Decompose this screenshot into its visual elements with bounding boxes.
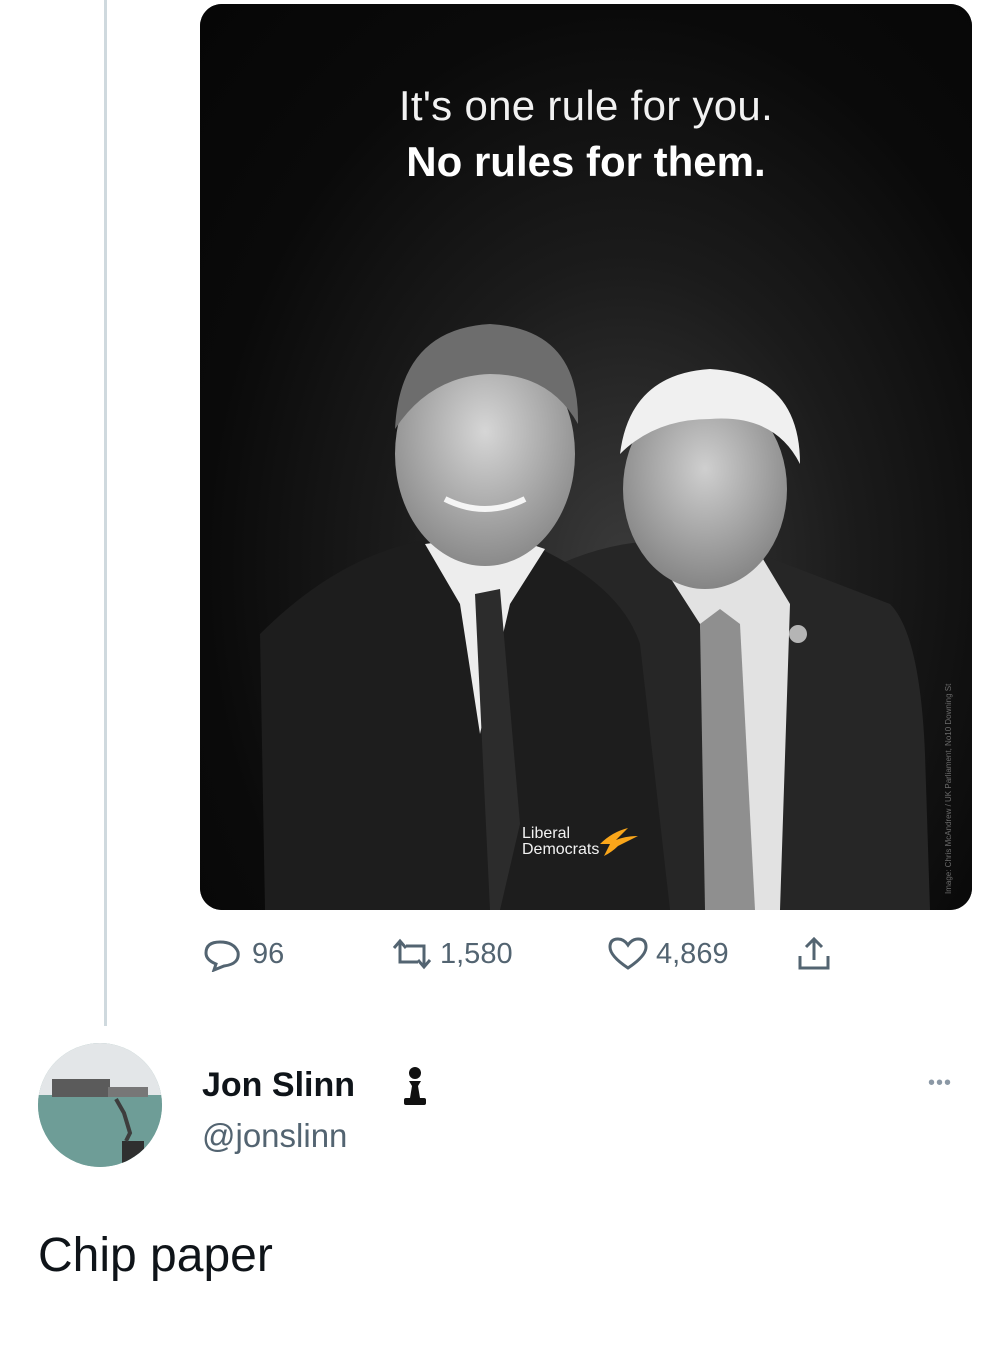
- like-action[interactable]: 4,869: [604, 936, 729, 972]
- two-men-portrait: [260, 324, 930, 910]
- avatar-photo: [38, 1043, 162, 1167]
- reply-count: 96: [252, 937, 285, 970]
- tweet-media-image[interactable]: It's one rule for you. No rules for them…: [200, 4, 972, 910]
- liberal-democrats-logo: Liberal Democrats: [522, 825, 638, 858]
- share-icon: [798, 936, 830, 970]
- share-action[interactable]: [794, 936, 834, 972]
- image-headline-line1: It's one rule for you.: [398, 82, 774, 129]
- reply-author-name[interactable]: Jon Slinn: [202, 1066, 355, 1105]
- avatar[interactable]: [38, 1043, 162, 1167]
- reply-author-handle[interactable]: @jonslinn: [202, 1117, 347, 1155]
- like-icon: [608, 937, 648, 970]
- image-headline-line2: No rules for them.: [406, 138, 766, 185]
- chess-pawn-icon: [404, 1067, 426, 1105]
- thread-connector-line: [104, 0, 107, 1026]
- logo-text-line1: Liberal: [522, 825, 571, 842]
- retweet-count: 1,580: [440, 937, 513, 970]
- like-count: 4,869: [656, 937, 729, 970]
- retweet-action[interactable]: 1,580: [388, 936, 513, 972]
- logo-text-line2: Democrats: [522, 841, 600, 858]
- photo-credit: Image: Chris McAndrew / UK Parliament, N…: [944, 683, 953, 894]
- reply-icon: [204, 940, 240, 972]
- reply-text: Chip paper: [38, 1229, 273, 1282]
- more-options-icon[interactable]: •••: [928, 1072, 952, 1095]
- libdem-bird-icon: [600, 828, 638, 856]
- reply-action[interactable]: 96: [200, 936, 284, 972]
- retweet-icon: [392, 938, 432, 970]
